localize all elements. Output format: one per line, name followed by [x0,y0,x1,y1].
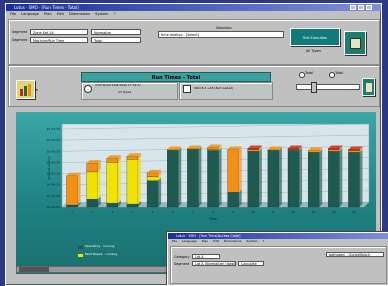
y-tick-label: 10:42:20 [47,149,61,153]
bar-segment [167,149,179,151]
x-tick-label: 14 [332,210,336,214]
bar-segment-side [238,146,242,193]
window2-title: Lotus · SMO · [Run Time/Access Code] [176,234,241,238]
bar-segment-side [97,168,101,200]
w2-menu-plan[interactable]: Plan [202,239,208,243]
bar-segment-side [77,172,81,206]
x-tick-label: 5 [152,210,154,214]
secondary-window: Lotus · SMO · [Run Time/Access Code] Fil… [167,232,388,286]
w2-segment-field[interactable]: Lot A (Normalize) [dwg] [192,261,236,266]
x-tick-label: 4 [132,210,134,214]
x-tick-label: 3 [112,210,114,214]
bar-segment [106,161,119,204]
x-tick-label: 13 [312,210,316,214]
x-tick-label: 6 [172,210,174,214]
bar-segment [287,148,300,150]
bar-segment-side [319,149,323,207]
w2-segment-label: Segment [174,262,190,266]
bar-segment-side [117,159,121,204]
bar-segment-side [138,156,142,205]
bar-segment-side [299,147,303,207]
horizontal-scrollbar[interactable] [16,266,168,273]
bar-segment [207,147,219,150]
w2-category-field[interactable]: Lot A [192,254,220,259]
bar-segment [126,156,139,160]
legend-fault-running: Fault Repair · running [85,252,118,256]
bar-segment [328,149,340,152]
bar-segment [328,148,340,150]
bar-segment [146,180,159,208]
y-tick-label: 10:32:00 [47,194,61,198]
bar-segment [167,150,179,208]
bar-segment [106,202,119,208]
bar-segment [328,151,340,208]
bar-segment-side [238,189,242,207]
x-tick-label: 11 [272,210,276,214]
bar-segment [348,152,360,208]
bar-segment [86,171,98,200]
chart-legend: Operating · running Fault Repair · runni… [78,244,178,262]
y-tick-label: 10:47:30 [47,127,61,131]
bar-segment [267,150,280,208]
w2-menu-help[interactable]: ? [263,239,265,243]
bar-segment [187,149,199,208]
bar-segment [106,158,119,163]
x-axis-label: Time [208,217,217,221]
bar-segment-side [278,147,282,207]
bar-segment-side [339,148,343,207]
bar-segment [86,199,98,208]
x-tick-label: 12 [292,210,296,214]
window2-menu-bar: File Language Plan Edit Dimensions Syste… [168,239,388,244]
bar-segment [247,149,259,152]
bar-segment-side [198,146,202,207]
bar-segment-side [158,177,162,207]
w2-menu-dimensions[interactable]: Dimensions [224,239,242,243]
bar-segment [348,149,360,151]
bar-segment [86,162,98,173]
bar-segment [227,192,239,208]
legend-operating: Operating · running [85,244,115,248]
w2-menu-edit[interactable]: Edit [213,239,219,243]
x-tick-label: 7 [192,210,194,214]
bar-segment [307,150,320,153]
bar-segment [126,159,139,205]
bar-segment-side [258,148,262,207]
y-tick-label: 10:44:55 [47,138,61,142]
bar-segment [348,150,360,153]
x-tick-label: 10 [252,210,256,214]
y-tick-label: 10:29:25 [47,205,61,209]
bar-segment-side [178,147,182,207]
bar-segment [66,204,78,208]
bar-segment [247,151,259,208]
x-tick-label: 9 [232,210,234,214]
bar-segment [287,150,300,208]
legend-swatch-fault-running [78,254,83,257]
bar-segment [267,149,280,151]
bar-segment [146,176,159,181]
w2-menu-language[interactable]: Language [182,239,197,243]
scrollbar-thumb[interactable] [19,267,49,272]
bar-segment-side [218,147,222,207]
bar-segment-side [359,149,363,207]
x-tick-label: 15 [352,210,356,214]
x-tick-label: 1 [71,210,73,214]
bar-segment [146,172,159,177]
x-tick-label: 8 [212,210,214,214]
bar-segment [66,175,78,206]
w2-category-label: Category [174,255,190,259]
bar-segment [307,152,320,208]
w2-segment-field-b[interactable]: Calculate [238,261,264,266]
y-axis-label: Amount of time [47,156,51,180]
w2-menu-system[interactable]: System [246,239,257,243]
w2-right-field[interactable]: pathogen - Outlet/Batch [326,252,384,257]
w2-menu-file[interactable]: File [172,239,177,243]
x-tick-label: 2 [91,210,93,214]
y-tick-label: 10:34:35 [47,183,61,187]
bar-segment [227,149,239,193]
legend-swatch-operating [78,246,83,249]
bar-segment [187,148,199,150]
bar-segment [207,150,219,208]
bar-segment [126,203,139,208]
bar-segment [247,148,259,150]
